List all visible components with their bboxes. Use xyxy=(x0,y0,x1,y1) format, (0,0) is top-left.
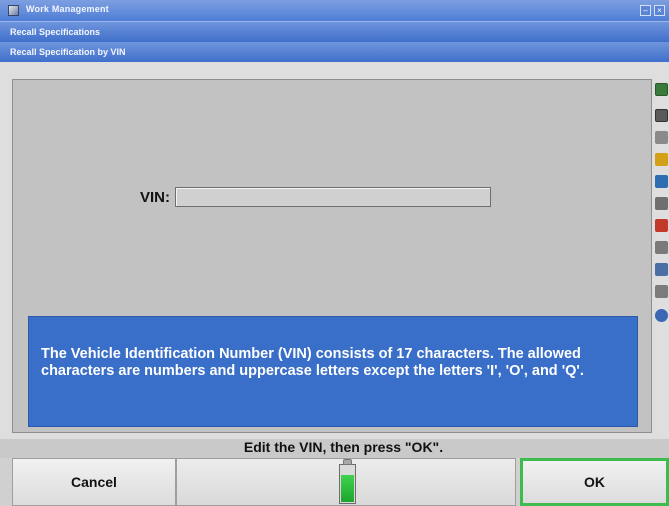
vin-label: VIN: xyxy=(140,189,170,206)
target-icon[interactable] xyxy=(655,175,668,188)
gauge-fill xyxy=(341,475,354,502)
tools-icon[interactable] xyxy=(655,131,668,144)
level-gauge xyxy=(339,459,356,504)
side-toolbar xyxy=(654,79,669,329)
breadcrumb-level-1: Recall Specifications xyxy=(0,22,669,42)
ok-button[interactable]: OK xyxy=(520,458,669,506)
print-icon[interactable] xyxy=(655,241,668,254)
car-icon[interactable] xyxy=(655,219,668,232)
gauge-knob xyxy=(343,459,352,465)
help-icon[interactable] xyxy=(655,83,668,96)
window-title: Work Management xyxy=(26,4,109,14)
cancel-button[interactable]: Cancel xyxy=(12,458,176,506)
title-bar: Work Management – × xyxy=(0,0,669,22)
minimize-icon[interactable]: – xyxy=(640,5,651,16)
app-icon xyxy=(8,5,19,16)
vin-input[interactable] xyxy=(175,187,491,207)
photo-icon[interactable] xyxy=(655,109,668,122)
globe-icon[interactable] xyxy=(655,309,668,322)
vin-info-message: The Vehicle Identification Number (VIN) … xyxy=(28,316,638,427)
list-icon[interactable] xyxy=(655,285,668,298)
instruction-prompt: Edit the VIN, then press "OK". xyxy=(243,439,444,455)
breadcrumb-level-2: Recall Specification by VIN xyxy=(0,42,669,62)
close-icon[interactable]: × xyxy=(654,5,665,16)
alert-icon[interactable] xyxy=(655,153,668,166)
lift-icon[interactable] xyxy=(655,263,668,276)
gauge-icon[interactable] xyxy=(655,197,668,210)
